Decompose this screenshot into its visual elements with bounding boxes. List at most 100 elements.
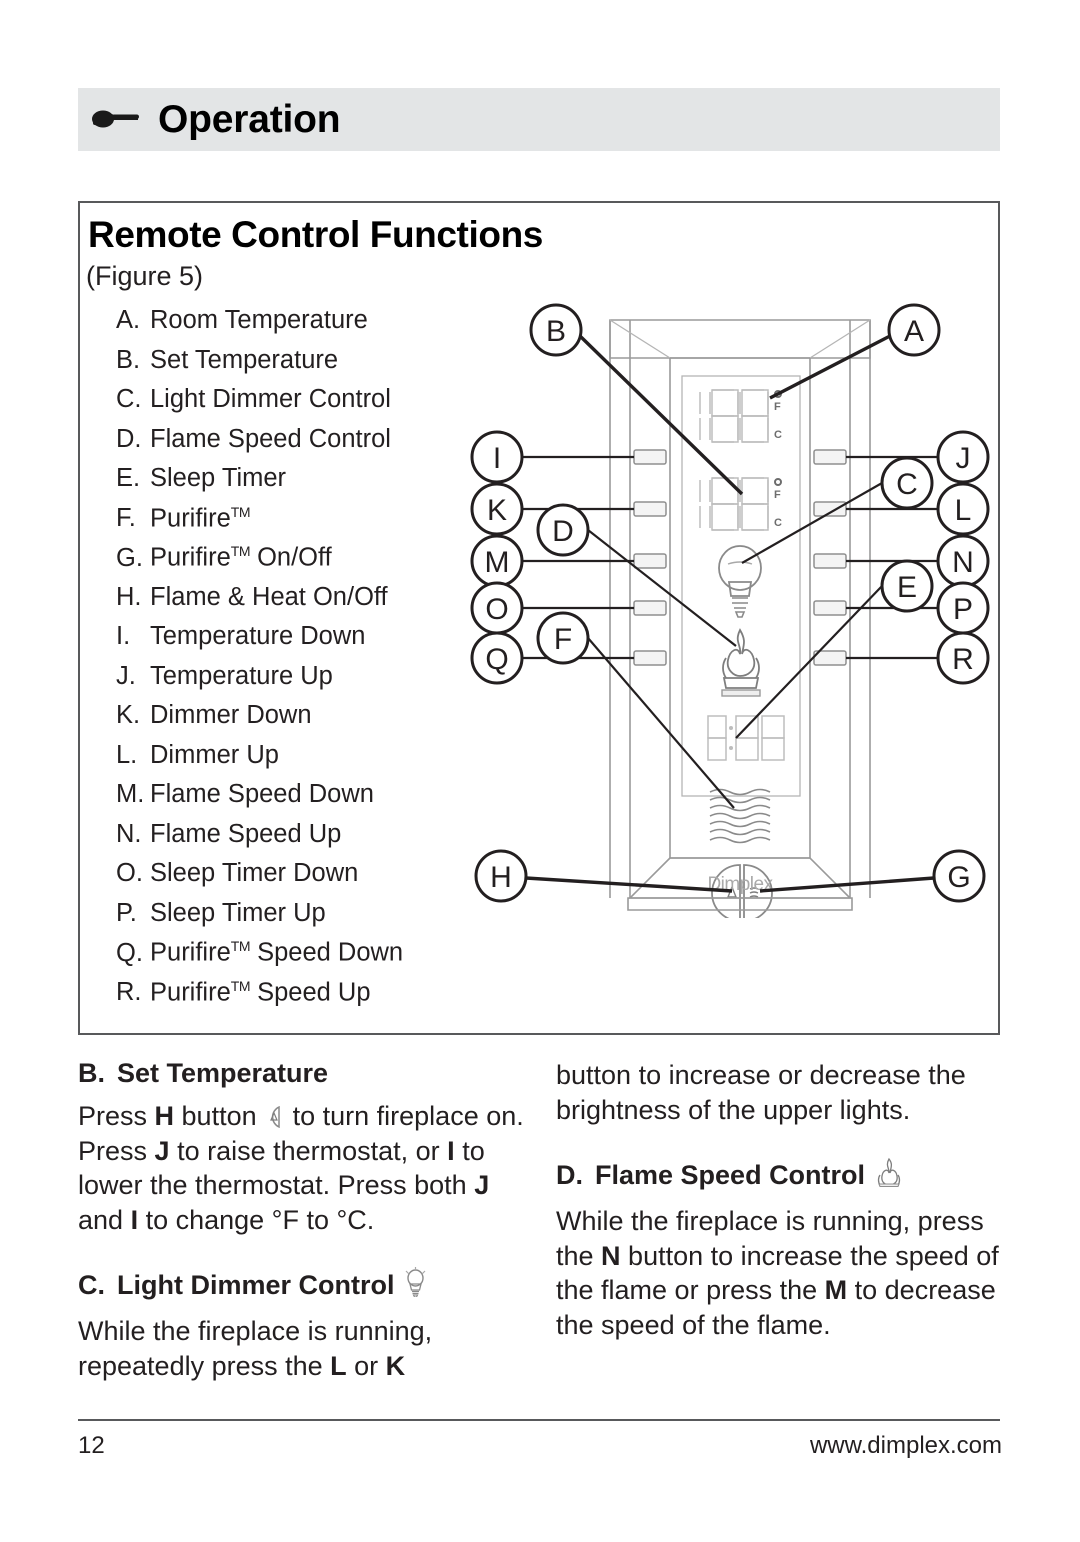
legend-item-letter: H.: [116, 582, 142, 611]
legend-item-label: Flame Speed Control: [150, 424, 391, 453]
svg-text:J: J: [956, 442, 971, 475]
legend-item: R. PurifireTM Speed Up: [98, 978, 498, 1018]
section-d-paragraph: While the fireplace is running, press th…: [556, 1206, 999, 1340]
figure-box: Remote Control Functions (Figure 5) A. Ro…: [78, 201, 1000, 1035]
svg-text:I: I: [493, 442, 501, 475]
section-b-paragraph: Press H button to turn fireplace on. Pre…: [78, 1101, 524, 1235]
svg-text:P: P: [953, 593, 973, 626]
legend-item-label: Sleep Timer Down: [150, 859, 359, 887]
callout-g: G: [932, 849, 986, 903]
light-bulb-icon: [404, 1267, 427, 1303]
legend-item-letter: I.: [116, 622, 131, 650]
callout-f: F: [536, 611, 590, 665]
callout-l: L: [936, 482, 990, 536]
sleep-timer-readout: [707, 715, 785, 761]
page-title: Operation: [158, 98, 341, 141]
trademark-mark: TM: [230, 503, 251, 520]
legend-item: C. Light Dimmer Control: [98, 385, 498, 425]
legend-item-letter: C.: [116, 385, 142, 413]
legend-item: Q. PurifireTM Speed Down: [98, 938, 498, 978]
svg-text:G: G: [947, 861, 970, 894]
svg-text:L: L: [955, 494, 972, 527]
remote-side-buttons-right: [813, 449, 847, 666]
callout-o: O: [470, 581, 524, 635]
footer-divider: [78, 1419, 1000, 1421]
section-c-paragraph-part1: While the fireplace is running, repeated…: [78, 1316, 433, 1381]
leader-b: [578, 334, 744, 496]
leader-g: [759, 876, 935, 893]
legend-item-letter: L.: [116, 740, 138, 769]
legend-item-letter: P.: [116, 898, 137, 927]
legend-item-letter: R.: [116, 978, 142, 1006]
legend-item-letter: A.: [116, 306, 141, 334]
button-q[interactable]: [633, 650, 667, 666]
legend-item-label: Sleep Timer: [150, 464, 287, 492]
callout-c: C: [880, 456, 934, 510]
section-c-title: Light Dimmer Control: [117, 1270, 395, 1301]
section-b-letter: B.: [78, 1058, 105, 1088]
display-unit-f: F: [774, 401, 781, 413]
legend-item-label: Temperature Up: [150, 661, 333, 690]
legend-item: O. Sleep Timer Down: [98, 859, 498, 899]
legend-item-label: Flame Speed Down: [150, 780, 374, 808]
legend-item-label: PurifireTM: [150, 503, 251, 533]
svg-text:F: F: [554, 623, 572, 656]
body-column-right: button to increase or decrease the brigh…: [556, 1058, 1006, 1342]
svg-text:K: K: [487, 494, 507, 527]
display-unit-c: C: [774, 429, 782, 441]
section-c-paragraph-part2: button to increase or decrease the brigh…: [556, 1060, 966, 1125]
legend-item: F. PurifireTM: [98, 504, 498, 544]
legend-item: H. Flame & Heat On/Off: [98, 583, 498, 623]
legend-item: L. Dimmer Up: [98, 741, 498, 781]
svg-text:O: O: [485, 593, 508, 626]
trademark-mark: TM: [230, 938, 251, 954]
button-j[interactable]: [813, 449, 847, 465]
section-b-heading: B. Set Temperature: [78, 1058, 533, 1088]
callout-a: A: [887, 303, 941, 357]
body-column-left: B. Set Temperature Press H button to tur…: [78, 1058, 533, 1383]
legend-item-letter: F.: [116, 504, 136, 532]
svg-text:C: C: [896, 468, 918, 501]
svg-text:H: H: [490, 861, 512, 894]
legend-item: M. Flame Speed Down: [98, 780, 498, 820]
callout-j: J: [936, 430, 990, 484]
svg-text:A: A: [904, 315, 924, 348]
button-n[interactable]: [813, 553, 847, 569]
flame-icon: [874, 1157, 904, 1193]
button-m[interactable]: [633, 553, 667, 569]
legend-item: K. Dimmer Down: [98, 701, 498, 741]
legend-item-letter: G.: [116, 543, 143, 572]
button-p[interactable]: [813, 600, 847, 616]
legend-item-letter: Q.: [116, 938, 143, 967]
legend-item: I. Temperature Down: [98, 622, 498, 662]
section-header: Operation: [78, 88, 1000, 151]
purifire-icon: [709, 788, 771, 844]
button-i[interactable]: [633, 449, 667, 465]
callout-k: K: [470, 482, 524, 536]
legend-item-letter: J.: [116, 661, 136, 690]
legend-item-label: Flame & Heat On/Off: [150, 582, 388, 611]
legend-item: B. Set Temperature: [98, 346, 498, 386]
legend-item-letter: E.: [116, 464, 141, 492]
legend-item-label: Temperature Down: [150, 622, 366, 650]
legend-item-letter: D.: [116, 424, 142, 453]
callout-n: N: [936, 534, 990, 588]
figure-legend-list: A. Room Temperature B. Set Temperature C. Lig…: [98, 306, 498, 1017]
legend-item-label: PurifireTM Speed Down: [150, 938, 404, 967]
svg-text:B: B: [546, 315, 566, 348]
legend-item-letter: M.: [116, 780, 145, 808]
legend-item-label: PurifireTM Speed Up: [150, 977, 371, 1007]
legend-item: J. Temperature Up: [98, 662, 498, 702]
callout-e: E: [880, 559, 934, 613]
legend-item-label: Set Temperature: [150, 345, 339, 374]
button-k[interactable]: [633, 501, 667, 517]
legend-item-letter: K.: [116, 701, 141, 729]
legend-item-label: Dimmer Down: [150, 701, 312, 729]
trademark-mark: TM: [230, 977, 251, 994]
button-o[interactable]: [633, 600, 667, 616]
legend-item-letter: O.: [116, 859, 143, 887]
section-b-title: Set Temperature: [117, 1058, 329, 1088]
section-d-letter: D.: [556, 1160, 583, 1190]
display-unit-f-lower: F: [774, 489, 781, 501]
legend-item-label: PurifireTM On/Off: [150, 543, 332, 572]
